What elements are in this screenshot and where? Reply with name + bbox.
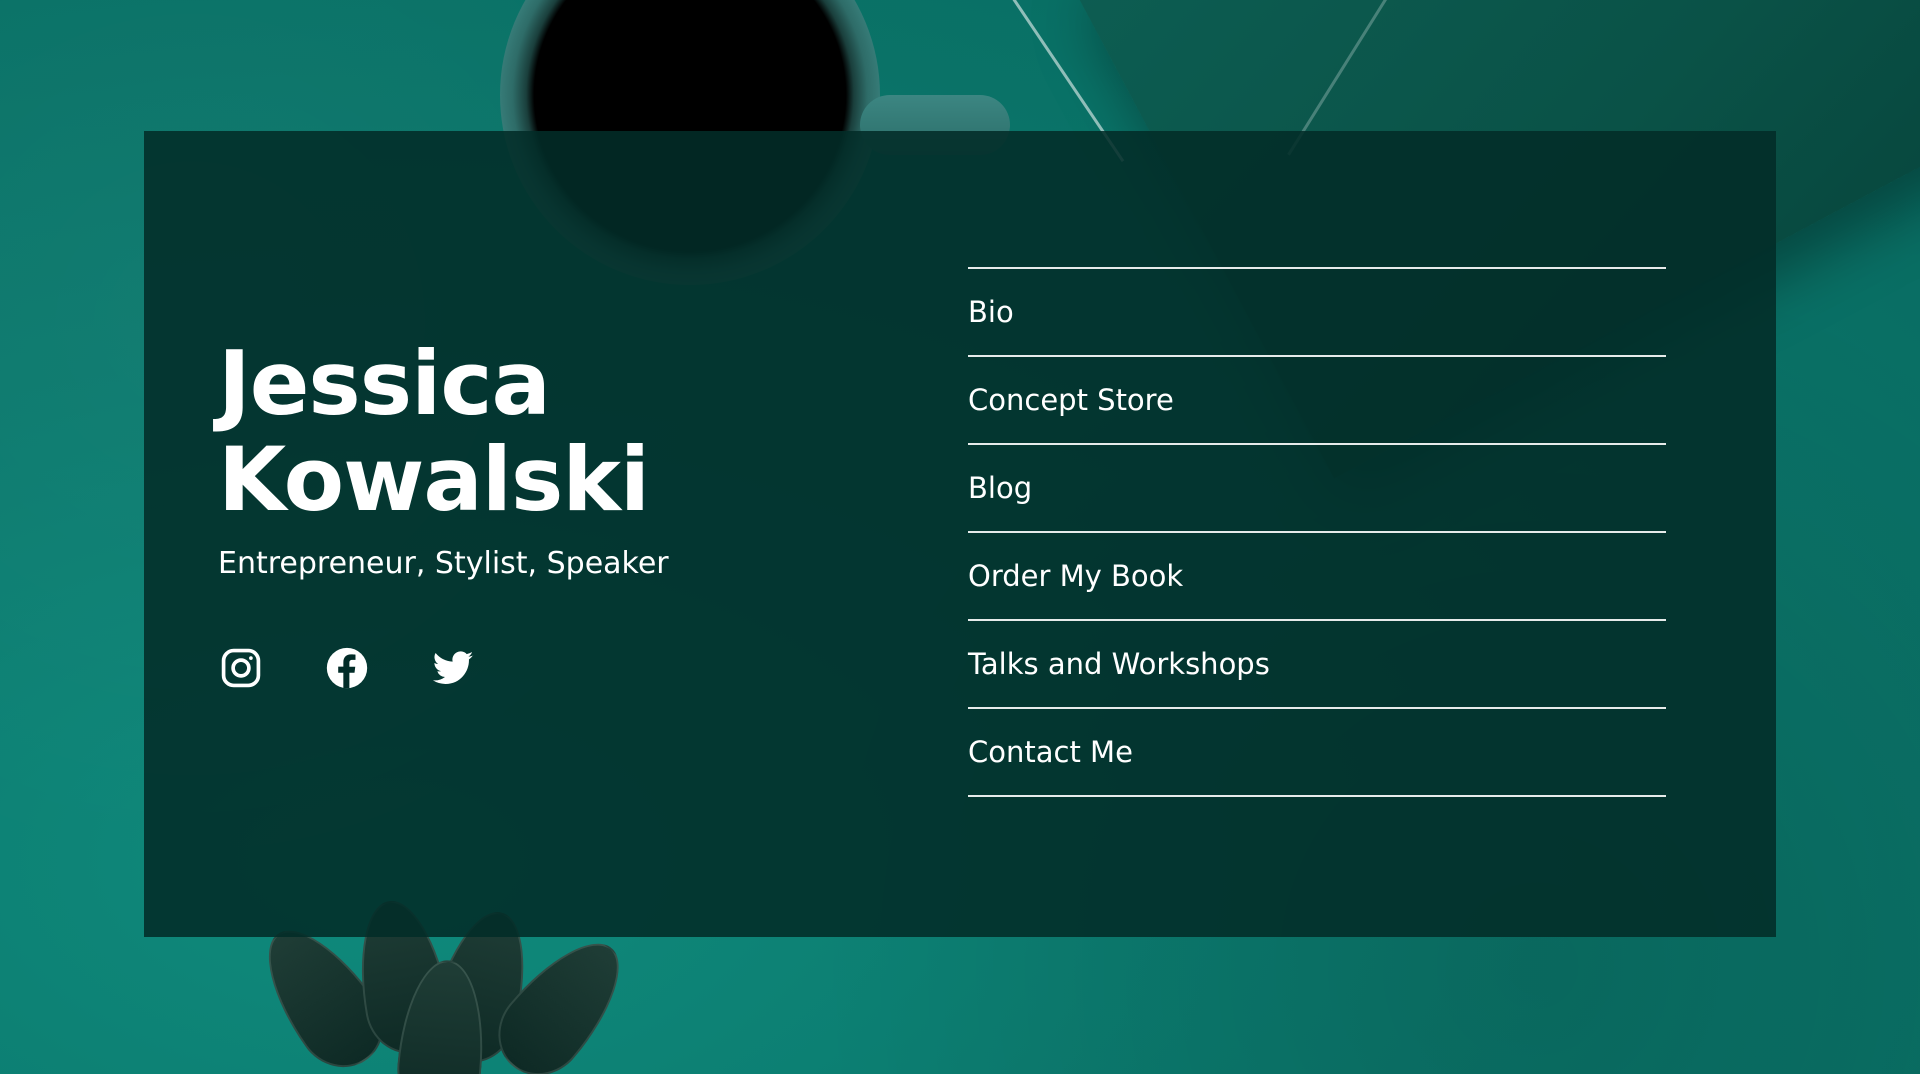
nav-link-concept-store[interactable]: Concept Store: [968, 383, 1174, 417]
profile-last-name: Kowalski: [218, 428, 650, 531]
nav-item-bio: Bio: [968, 269, 1666, 357]
nav-item-talks-and-workshops: Talks and Workshops: [968, 621, 1666, 709]
nav-item-blog: Blog: [968, 445, 1666, 533]
nav-link-bio[interactable]: Bio: [968, 295, 1014, 329]
profile-tagline: Entrepreneur, Stylist, Speaker: [218, 546, 669, 581]
instagram-link[interactable]: [218, 645, 264, 691]
profile-first-name: Jessica: [218, 332, 551, 435]
facebook-icon: [326, 647, 368, 689]
nav-item-contact-me: Contact Me: [968, 709, 1666, 797]
instagram-icon: [221, 648, 261, 688]
profile-card: Jessica Kowalski Entrepreneur, Stylist, …: [144, 131, 1776, 937]
social-links: [218, 645, 476, 691]
nav-link-order-my-book[interactable]: Order My Book: [968, 559, 1183, 593]
nav-link-talks-and-workshops[interactable]: Talks and Workshops: [968, 647, 1270, 681]
facebook-link[interactable]: [324, 645, 370, 691]
nav-link-contact-me[interactable]: Contact Me: [968, 735, 1133, 769]
nav-link-blog[interactable]: Blog: [968, 471, 1032, 505]
profile-name: Jessica Kowalski: [218, 336, 650, 531]
twitter-icon: [432, 651, 474, 684]
main-navigation: Bio Concept Store Blog Order My Book Tal…: [968, 267, 1666, 797]
twitter-link[interactable]: [430, 645, 476, 691]
page-background: Jessica Kowalski Entrepreneur, Stylist, …: [0, 0, 1920, 1074]
nav-item-concept-store: Concept Store: [968, 357, 1666, 445]
nav-item-order-my-book: Order My Book: [968, 533, 1666, 621]
